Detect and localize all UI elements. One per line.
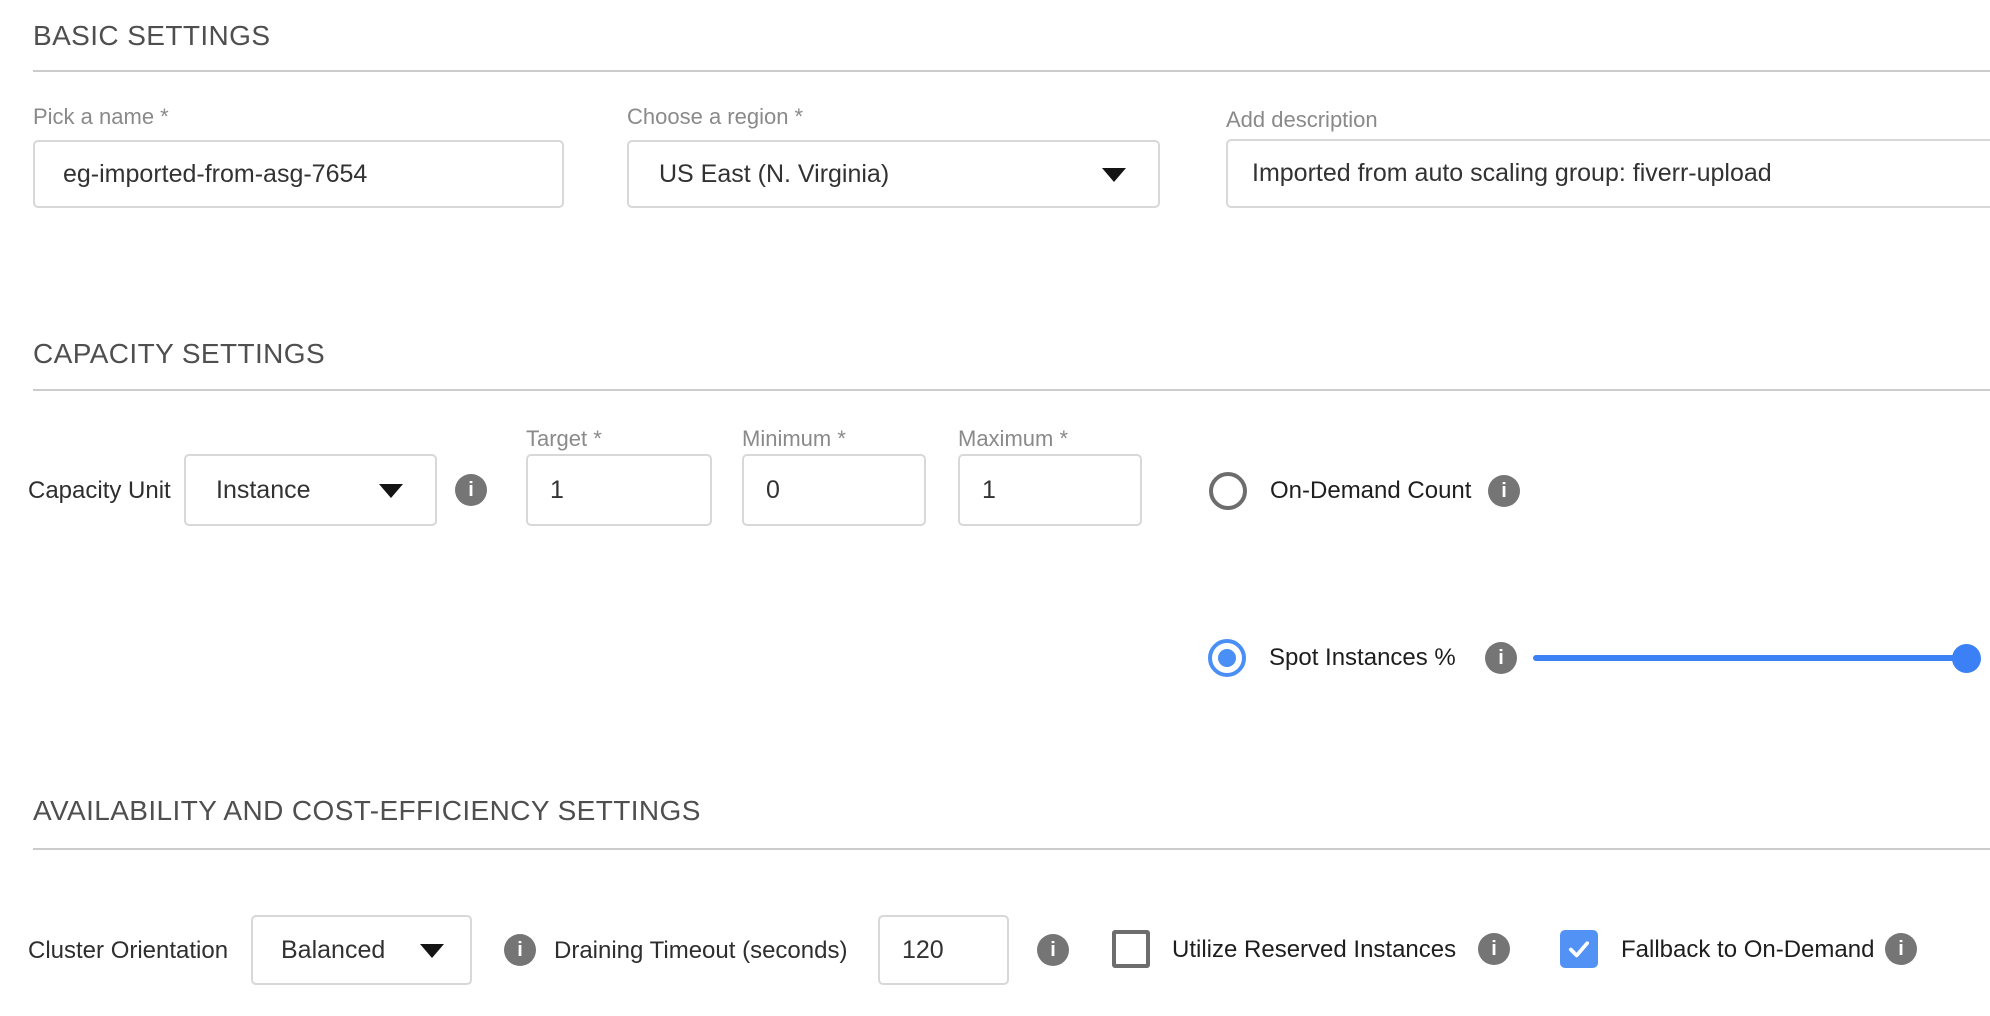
target-label: Target * (526, 426, 602, 452)
capacity-unit-select[interactable]: Instance (184, 454, 437, 526)
section-divider (33, 70, 1990, 72)
maximum-input[interactable] (958, 454, 1142, 526)
draining-timeout-info-icon[interactable]: i (1037, 934, 1069, 966)
cluster-orientation-label: Cluster Orientation (28, 937, 228, 965)
cluster-orientation-info-icon[interactable]: i (504, 934, 536, 966)
fallback-to-on-demand-info-icon[interactable]: i (1885, 933, 1917, 965)
cluster-orientation-select-value: Balanced (281, 936, 385, 965)
chevron-down-icon (1102, 168, 1126, 182)
on-demand-count-radio[interactable] (1209, 472, 1247, 510)
availability-settings-title: AVAILABILITY AND COST-EFFICIENCY SETTING… (33, 795, 701, 827)
cluster-orientation-select[interactable]: Balanced (251, 915, 472, 985)
basic-settings-title: BASIC SETTINGS (33, 20, 270, 52)
utilize-reserved-instances-checkbox[interactable] (1112, 930, 1150, 968)
utilize-reserved-instances-info-icon[interactable]: i (1478, 933, 1510, 965)
spot-percentage-slider-thumb[interactable] (1952, 644, 1981, 673)
region-select-value: US East (N. Virginia) (659, 160, 889, 189)
minimum-input[interactable] (742, 454, 926, 526)
draining-timeout-label: Draining Timeout (seconds) (554, 937, 847, 965)
description-input[interactable] (1226, 139, 1990, 208)
chevron-down-icon (379, 484, 403, 498)
utilize-reserved-instances-label: Utilize Reserved Instances (1172, 936, 1456, 964)
region-label: Choose a region * (627, 104, 803, 130)
on-demand-count-info-icon[interactable]: i (1488, 475, 1520, 507)
spot-instances-radio[interactable] (1208, 639, 1246, 677)
draining-timeout-input[interactable] (878, 915, 1009, 985)
elastigroup-settings-form: BASIC SETTINGS Pick a name * Choose a re… (0, 0, 1990, 1016)
on-demand-count-label: On-Demand Count (1270, 477, 1471, 505)
name-input[interactable] (33, 140, 564, 208)
spot-instances-info-icon[interactable]: i (1485, 642, 1517, 674)
target-input[interactable] (526, 454, 712, 526)
spot-percentage-slider-track[interactable] (1533, 655, 1967, 661)
chevron-down-icon (420, 944, 444, 958)
region-select[interactable]: US East (N. Virginia) (627, 140, 1160, 208)
maximum-label: Maximum * (958, 426, 1068, 452)
capacity-settings-title: CAPACITY SETTINGS (33, 338, 325, 370)
spot-instances-label: Spot Instances % (1269, 644, 1456, 672)
fallback-to-on-demand-label: Fallback to On-Demand (1621, 936, 1874, 964)
capacity-unit-select-value: Instance (216, 476, 311, 505)
capacity-unit-label: Capacity Unit (28, 477, 171, 505)
capacity-unit-info-icon[interactable]: i (455, 474, 487, 506)
name-label: Pick a name * (33, 104, 169, 130)
minimum-label: Minimum * (742, 426, 846, 452)
fallback-to-on-demand-checkbox[interactable] (1560, 930, 1598, 968)
description-label: Add description (1226, 107, 1378, 133)
section-divider (33, 848, 1990, 850)
section-divider (33, 389, 1990, 391)
